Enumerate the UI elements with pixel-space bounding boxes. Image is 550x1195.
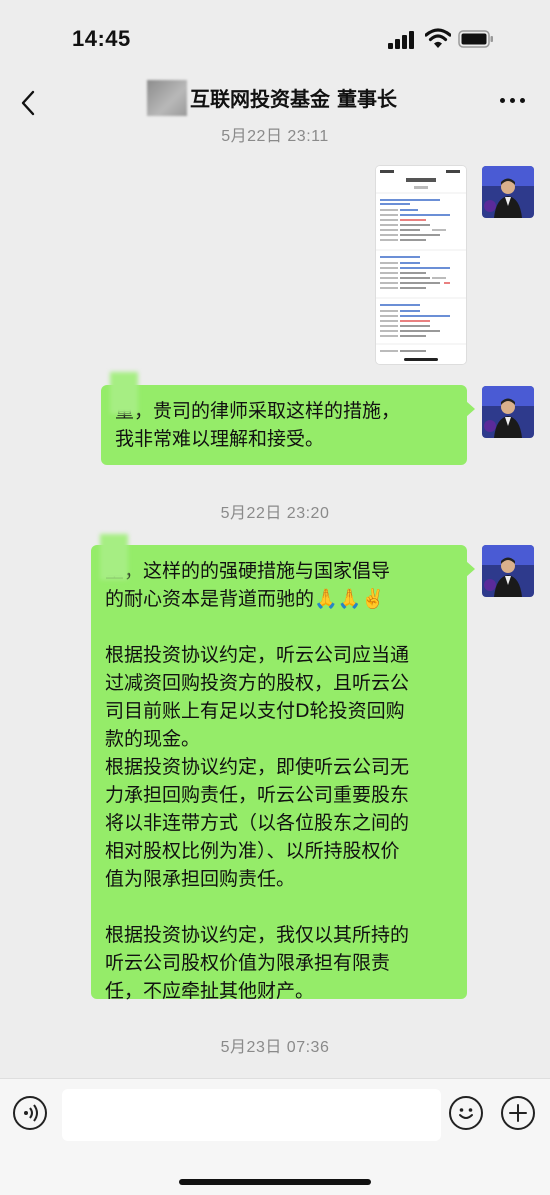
back-arrow-icon[interactable] (14, 86, 44, 120)
document-screenshot-thumbnail (376, 166, 466, 364)
status-time: 14:45 (72, 26, 131, 51)
avatar[interactable] (482, 166, 534, 218)
chat-title: 互联网投资基金 董事长 (190, 87, 397, 111)
battery-icon (458, 30, 493, 48)
status-bar: 14:45 (0, 0, 550, 80)
message-timestamp: 5月22日 23:11 (221, 128, 329, 145)
user-avatar-photo (482, 386, 534, 438)
input-bar (0, 1078, 550, 1195)
more-options-icon[interactable] (500, 86, 530, 116)
plus-icon (509, 1104, 527, 1122)
cellular-signal-icon (388, 31, 418, 49)
user-avatar-photo (482, 166, 534, 218)
screenshot-image-message[interactable] (376, 166, 466, 364)
emoji-button[interactable] (449, 1096, 483, 1130)
smiley-icon (459, 1108, 473, 1119)
redacted-name-blur (147, 80, 187, 116)
message-bubble[interactable]: 董，这样的的强硬措施与国家倡导 的耐心资本是背道而驰的🙏🙏✌️ 根据投资协议约定… (91, 545, 475, 1002)
wifi-icon (425, 28, 451, 48)
message-timestamp: 5月22日 23:20 (220, 505, 330, 522)
avatar[interactable] (482, 545, 534, 597)
message-bubble[interactable]: 董，贵司的律师采取这样的措施， 我非常难以理解和接受。 (101, 385, 475, 465)
avatar[interactable] (482, 386, 534, 438)
redacted-name-blur (110, 372, 138, 414)
user-avatar-photo (482, 545, 534, 597)
chat-header: 互联网投资基金 董事长 (0, 80, 550, 124)
redacted-name-blur (100, 534, 128, 580)
message-input[interactable] (62, 1089, 441, 1141)
more-functions-button[interactable] (501, 1096, 535, 1130)
home-indicator (179, 1179, 371, 1185)
voice-wave-icon (24, 1104, 38, 1122)
voice-input-button[interactable] (13, 1096, 47, 1130)
message-timestamp: 5月23日 07:36 (220, 1039, 330, 1056)
